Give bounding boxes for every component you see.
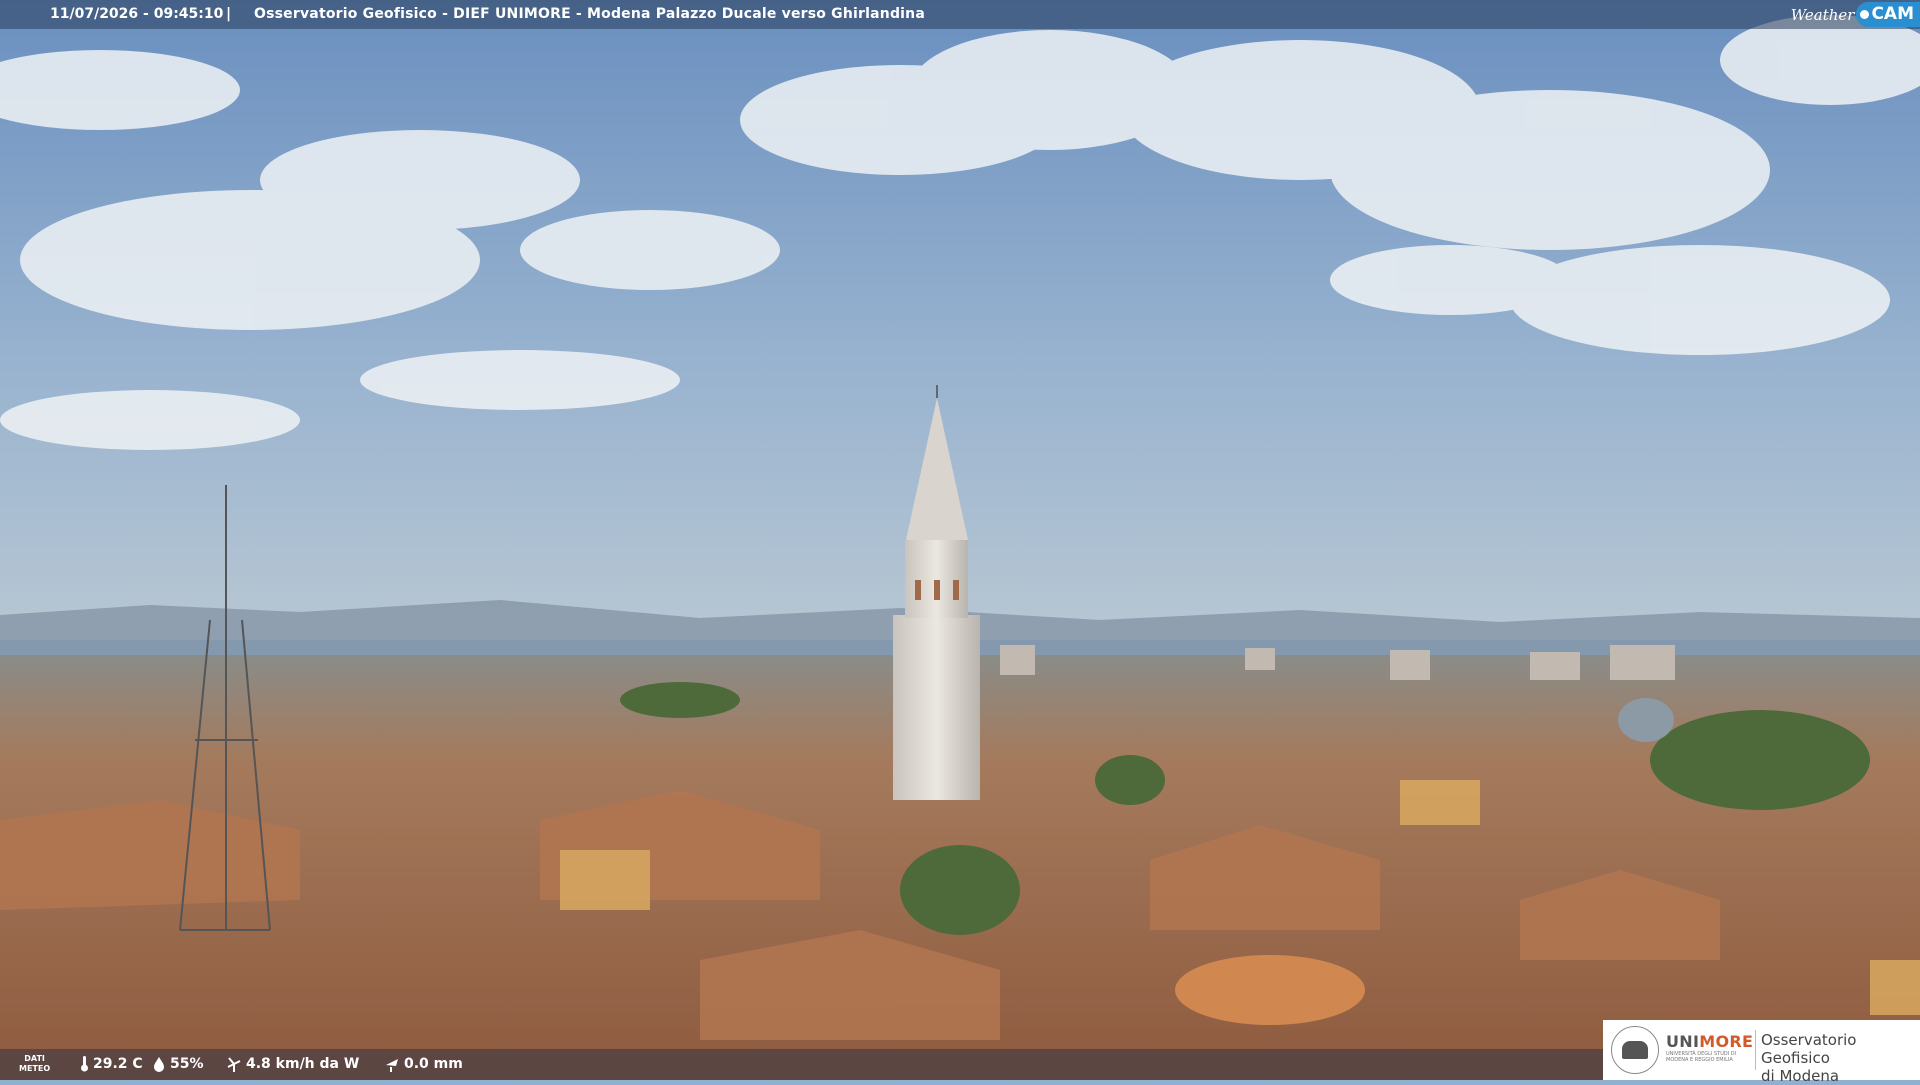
temperature-reading: 29.2 C <box>80 1056 143 1072</box>
weathercam-logo: Weather CAM <box>1791 0 1920 29</box>
droplet-icon <box>154 1057 164 1072</box>
rain-reading: 0.0 mm <box>384 1056 463 1072</box>
rain-gauge-icon <box>386 1059 398 1072</box>
rain-value: 0.0 mm <box>404 1056 463 1072</box>
meteo-bar: DATI METEO 29.2 C 55% 4.8 km/h da W 0.0 … <box>0 1049 1603 1080</box>
meteo-label-line2: METEO <box>19 1064 51 1073</box>
unimore-logo-box: UNIMORE UNIVERSITÀ DEGLI STUDI DI MODENA… <box>1603 1020 1920 1085</box>
observatory-name-line1: Osservatorio Geofisico <box>1761 1031 1857 1067</box>
university-seal <box>1611 1026 1659 1074</box>
observatory-name: Osservatorio Geofisico di Modena <box>1761 1031 1920 1085</box>
wind-value: 4.8 km/h da W <box>246 1056 360 1072</box>
wind-reading: 4.8 km/h da W <box>226 1056 359 1072</box>
weathercam-logo-weather: Weather <box>1790 5 1855 24</box>
camera-info-bar: 11/07/2026 - 09:45:10 | Osservatorio Geo… <box>0 0 1920 29</box>
thermometer-icon <box>81 1056 88 1072</box>
lens-icon <box>1860 10 1870 19</box>
unimore-subtitle: UNIVERSITÀ DEGLI STUDI DI MODENA E REGGI… <box>1666 1051 1737 1063</box>
camera-title: Osservatorio Geofisico - DIEF UNIMORE - … <box>254 6 925 22</box>
church-dome <box>1618 698 1674 742</box>
meteo-label-line1: DATI <box>24 1054 45 1063</box>
unimore-wordmark-more: MORE <box>1699 1032 1754 1051</box>
title-separator: | <box>226 6 232 22</box>
humidity-reading: 55% <box>152 1056 204 1072</box>
meteo-label: DATI METEO <box>19 1054 50 1074</box>
observatory-name-line2: di Modena <box>1761 1067 1840 1085</box>
orange-dome <box>1175 955 1365 1025</box>
timestamp: 11/07/2026 - 09:45:10 <box>50 6 224 22</box>
humidity-value: 55% <box>170 1056 204 1072</box>
temperature-value: 29.2 C <box>93 1056 143 1072</box>
unimore-wordmark: UNIMORE <box>1666 1032 1753 1051</box>
webcam-scene <box>0 0 1920 1080</box>
weathercam-logo-cam-text: CAM <box>1871 4 1914 24</box>
windmill-icon <box>227 1057 241 1072</box>
unimore-wordmark-uni: UNI <box>1666 1032 1700 1051</box>
logo-divider <box>1755 1030 1756 1070</box>
weathercam-logo-cam: CAM <box>1856 2 1920 27</box>
